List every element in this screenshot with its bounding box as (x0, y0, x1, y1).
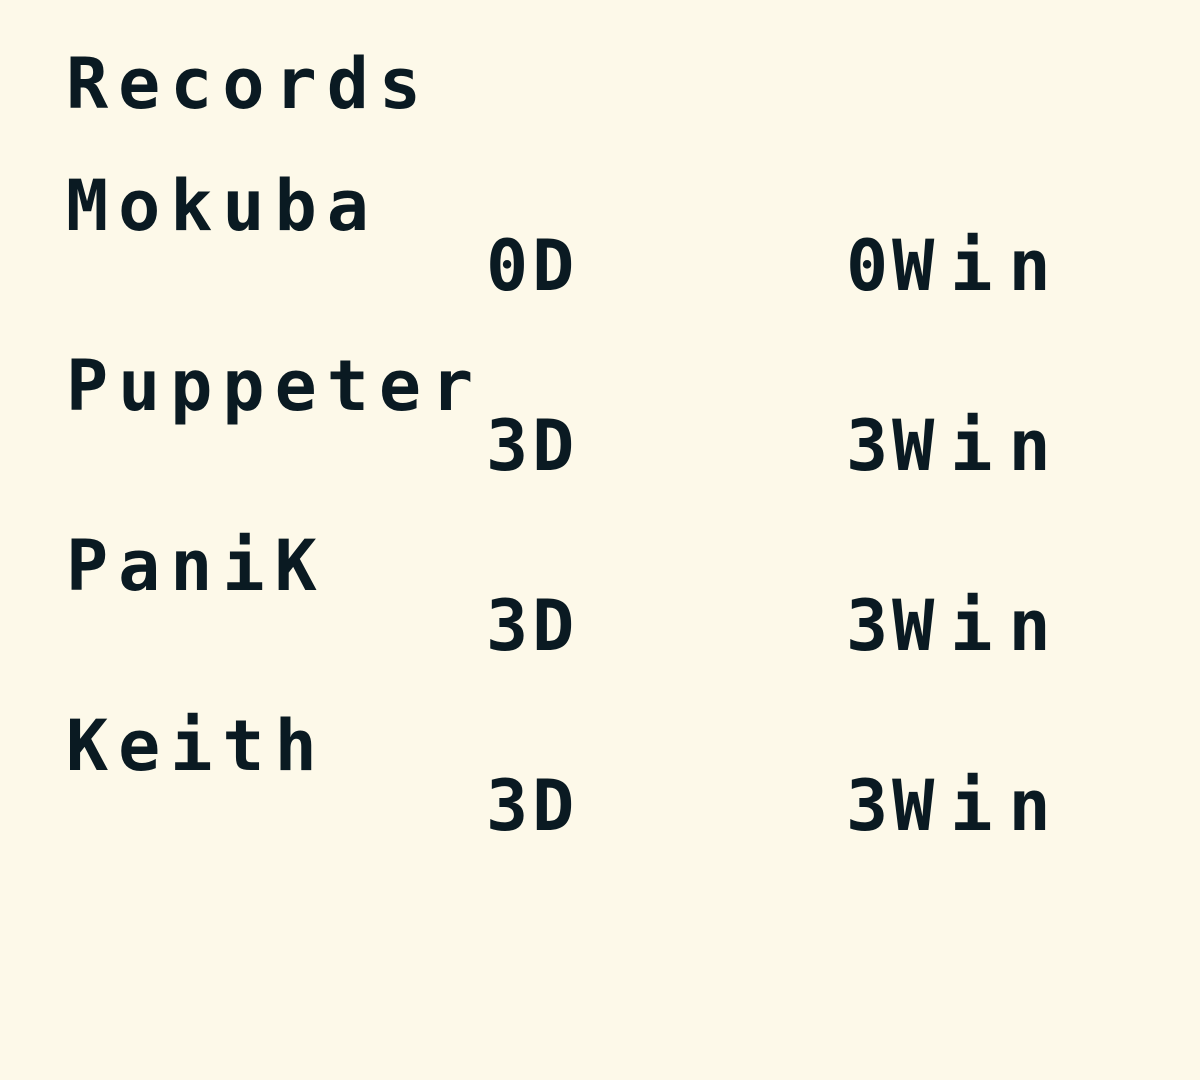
screen-title: Records (66, 43, 432, 125)
win-number: 3 (846, 405, 893, 487)
win-count: 3Win (846, 586, 1067, 666)
opponent-name: Keith (66, 705, 327, 787)
duel-count: 0D (486, 225, 579, 307)
win-unit: Win (892, 405, 1067, 487)
opponent-name: Puppeter (66, 345, 484, 427)
record-row-puppeter: Puppeter 3D 3Win (0, 346, 1200, 526)
duel-count: 3D (486, 405, 579, 487)
win-unit: Win (892, 765, 1067, 847)
win-number: 3 (846, 765, 893, 847)
win-unit: Win (892, 225, 1067, 307)
record-row-panik: PaniK 3D 3Win (0, 526, 1200, 706)
duel-count: 3D (486, 585, 579, 667)
win-count: 3Win (846, 766, 1067, 846)
opponent-name: Mokuba (66, 165, 379, 247)
win-number: 3 (846, 585, 893, 667)
win-unit: Win (892, 585, 1067, 667)
records-screen: Records Mokuba 0D 0Win Puppeter 3D 3Win … (0, 0, 1200, 1080)
win-number: 0 (846, 225, 893, 307)
record-row-keith: Keith 3D 3Win (0, 706, 1200, 886)
duel-count: 3D (486, 765, 579, 847)
win-count: 3Win (846, 406, 1067, 486)
win-count: 0Win (846, 226, 1067, 306)
opponent-name: PaniK (66, 525, 327, 607)
record-row-mokuba: Mokuba 0D 0Win (0, 166, 1200, 346)
